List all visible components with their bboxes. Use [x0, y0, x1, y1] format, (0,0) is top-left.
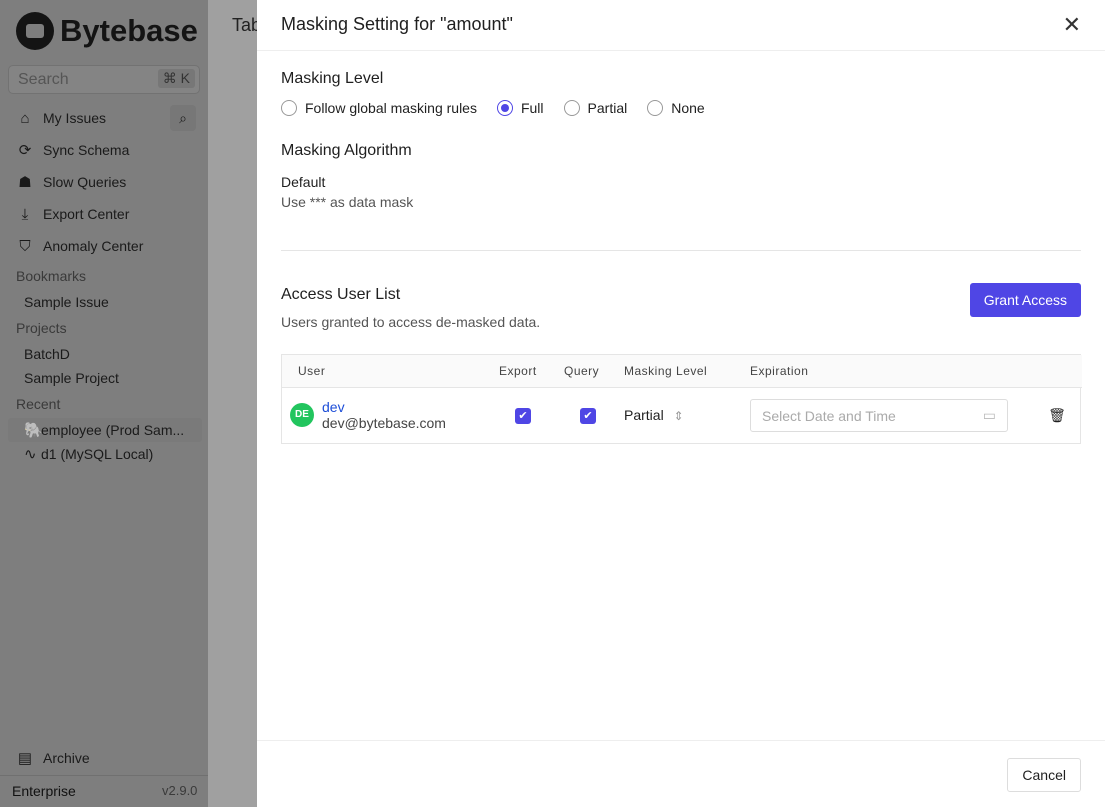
grant-access-button[interactable]: Grant Access	[969, 283, 1081, 317]
masking-level-heading: Masking Level	[281, 70, 384, 87]
table-row: DE dev dev@bytebase.com ✔ ✔ Partial ⇕ Sele…	[282, 387, 1082, 443]
radio-follow-global[interactable]: Follow global masking rules	[281, 100, 477, 116]
divider	[281, 250, 1081, 251]
bookmarks-heading: Bookmarks	[16, 268, 87, 284]
radio-partial[interactable]: Partial	[563, 100, 628, 116]
access-description: Users granted to access de-masked data.	[281, 314, 541, 330]
masking-level-select[interactable]: Partial ⇕	[624, 387, 750, 443]
masking-level-value: Partial	[624, 407, 664, 424]
radio-circle	[281, 100, 297, 116]
recent-label: employee (Prod Sam...	[41, 422, 185, 438]
query-checkbox[interactable]: ✔	[580, 408, 596, 425]
column-export: Export	[499, 355, 564, 388]
logo[interactable]: Bytebase	[16, 12, 198, 50]
column-actions	[1032, 355, 1082, 388]
drawer-header: Masking Setting for "amount" ✕	[257, 0, 1105, 51]
download-icon: ⤓	[21, 205, 29, 223]
projects-heading: Projects	[16, 320, 67, 336]
algorithm-name: Default	[281, 174, 326, 190]
mysql-icon: ∿	[24, 446, 37, 463]
nav-label: Anomaly Center	[43, 238, 144, 254]
access-user-list-heading: Access User List	[281, 286, 401, 303]
nav-label: Export Center	[43, 206, 130, 222]
column-expiration: Expiration	[750, 355, 1032, 388]
drawer-title: Masking Setting for "amount"	[281, 14, 513, 34]
user-name-link[interactable]: dev	[322, 399, 446, 415]
radio-label: Partial	[587, 100, 628, 116]
column-query: Query	[564, 355, 624, 388]
turtle-icon: ☗	[18, 174, 32, 191]
nav-sync-schema[interactable]: ⟳ Sync Schema	[16, 139, 206, 161]
masking-drawer: Masking Setting for "amount" ✕ Masking Le…	[257, 0, 1105, 807]
radio-circle	[647, 100, 664, 116]
nav-export-center[interactable]: ⤓ Export Center	[16, 203, 206, 225]
radio-label: Full	[520, 100, 544, 116]
nav-anomaly-center[interactable]: ⛉ Anomaly Center	[16, 235, 206, 257]
radio-circle	[496, 100, 513, 116]
radio-label: Follow global masking rules	[305, 100, 477, 116]
plan-label[interactable]: Enterprise	[12, 783, 76, 799]
sidebar: Bytebase Search ⌘ K ⌂ My Issues ⌕ ⟳ Sync Sc…	[0, 0, 208, 807]
algorithm-description: Use *** as data mask	[281, 194, 414, 210]
radio-none[interactable]: None	[647, 100, 705, 116]
nav-label: Sync Schema	[43, 142, 130, 158]
avatar: DE	[290, 403, 314, 428]
project-item[interactable]: BatchD	[24, 346, 70, 362]
export-checkbox[interactable]: ✔	[515, 408, 531, 425]
table-header: User Export Query Masking Level Expirati…	[282, 355, 1082, 388]
recent-heading: Recent	[16, 396, 61, 412]
cancel-button[interactable]: Cancel	[1007, 758, 1081, 792]
archive-icon: ▤	[17, 750, 33, 767]
search-icon: ⌕	[179, 110, 187, 126]
main-content-overlay: Tab	[208, 0, 261, 807]
nav-slow-queries[interactable]: ☗ Slow Queries	[16, 171, 206, 193]
user-email: dev@bytebase.com	[322, 415, 446, 432]
recent-label: d1 (MySQL Local)	[41, 446, 154, 462]
access-user-table: User Export Query Masking Level Expirati…	[281, 354, 1082, 444]
column-masking-level: Masking Level	[624, 355, 750, 388]
trash-icon[interactable]: 🗑	[1048, 407, 1066, 423]
masking-level-section: Masking Level Follow global masking rule…	[281, 70, 705, 210]
divider	[0, 775, 208, 776]
recent-item[interactable]: ∿ d1 (MySQL Local)	[24, 443, 214, 465]
shield-icon: ⛉	[19, 237, 31, 255]
home-icon: ⌂	[20, 109, 30, 127]
radio-full[interactable]: Full	[496, 100, 544, 116]
column-user: User	[282, 355, 499, 388]
brand-name: Bytebase	[60, 13, 198, 48]
drawer-footer: Cancel	[257, 740, 1105, 807]
expiration-date-input[interactable]: Select Date and Time ▭	[750, 398, 1008, 432]
masking-level-radio-group: Follow global masking rules Full Partial…	[281, 100, 705, 116]
algorithm-heading: Masking Algorithm	[281, 142, 412, 159]
close-icon[interactable]: ✕	[1063, 12, 1081, 38]
search-input[interactable]: Search ⌘ K	[8, 65, 200, 94]
bookmark-item[interactable]: Sample Issue	[24, 294, 109, 310]
calendar-icon: ▭	[982, 406, 996, 423]
quick-search-button[interactable]: ⌕	[170, 105, 196, 131]
project-item[interactable]: Sample Project	[24, 370, 119, 386]
nav-label: Archive	[43, 750, 90, 766]
version-label: v2.9.0	[162, 783, 198, 798]
date-placeholder: Select Date and Time	[762, 407, 896, 424]
recent-item[interactable]: 🐘 employee (Prod Sam...	[24, 419, 214, 441]
radio-label: None	[671, 100, 705, 116]
sync-icon: ⟳	[18, 142, 32, 159]
search-shortcut: ⌘ K	[157, 69, 195, 88]
nav-label: My Issues	[43, 110, 107, 126]
bytebase-logo-icon	[16, 12, 54, 50]
nav-archive[interactable]: ▤ Archive	[16, 747, 206, 769]
nav-label: Slow Queries	[43, 174, 127, 190]
postgres-icon: 🐘	[24, 422, 43, 439]
radio-circle	[563, 100, 580, 116]
search-placeholder: Search	[18, 71, 69, 88]
chevron-updown-icon: ⇕	[673, 409, 684, 424]
